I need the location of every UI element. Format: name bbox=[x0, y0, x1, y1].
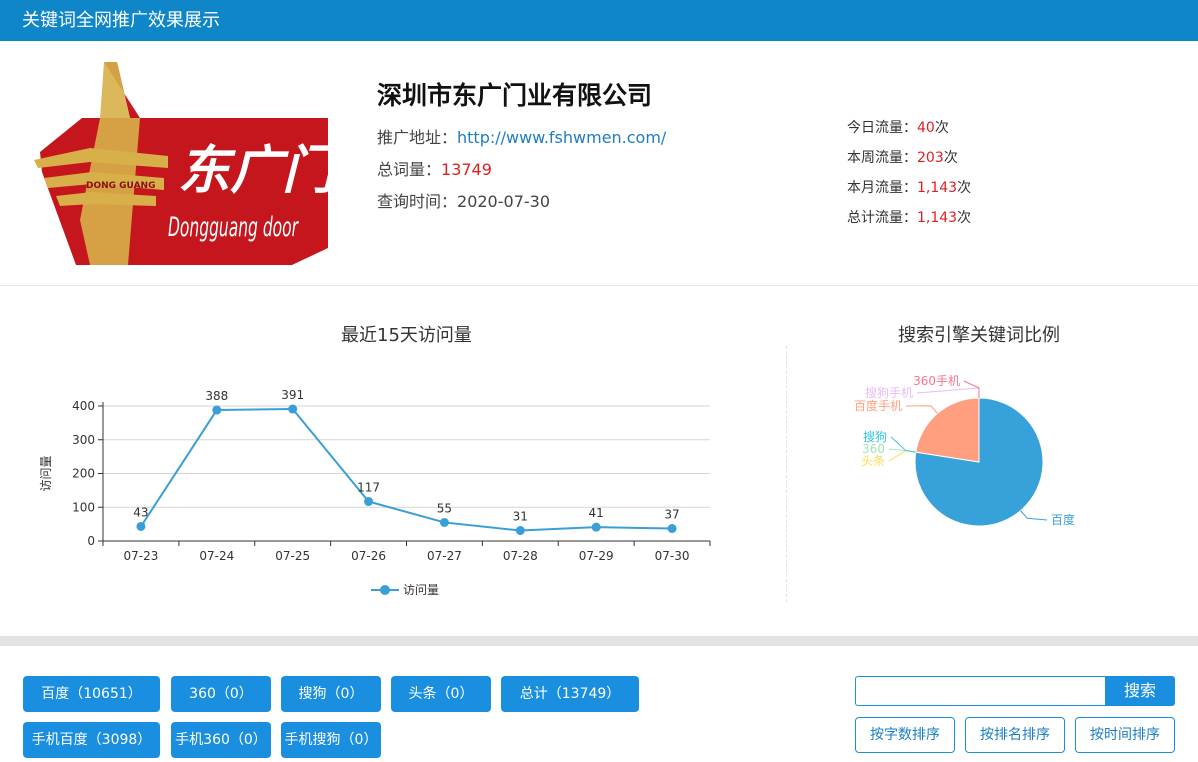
y-tick-label: 400 bbox=[72, 399, 95, 413]
company-logo: DONG GUANG 东广门业 Dongguang door bbox=[34, 62, 328, 265]
stat-value: 203 bbox=[917, 150, 944, 166]
chart-divider bbox=[786, 346, 787, 602]
engine-baidu-button[interactable]: 百度（10651） bbox=[23, 676, 160, 712]
promo-url-line: 推广地址：http://www.fshwmen.com/ bbox=[377, 124, 666, 148]
search-input[interactable] bbox=[855, 676, 1105, 706]
data-point bbox=[364, 497, 374, 507]
total-words-line: 总词量：13749 bbox=[377, 156, 492, 180]
data-label: 55 bbox=[437, 501, 452, 515]
pie-leader-line bbox=[1020, 510, 1048, 521]
legend-marker bbox=[380, 585, 390, 595]
logo-brand-text: 东广门业 bbox=[178, 141, 328, 201]
y-tick-label: 200 bbox=[72, 467, 95, 481]
pie-leader-line bbox=[905, 405, 938, 414]
engine-pie-chart: 百度 头条360搜狗 百度手机搜狗手机360手机 bbox=[854, 374, 1075, 527]
promo-url-label: 推广地址： bbox=[377, 128, 458, 147]
engine-total-button[interactable]: 总计（13749） bbox=[501, 676, 639, 712]
search-button[interactable]: 搜索 bbox=[1105, 676, 1175, 706]
engine-sogou-button[interactable]: 搜狗（0） bbox=[281, 676, 381, 712]
data-label: 31 bbox=[513, 510, 528, 524]
y-tick-label: 100 bbox=[72, 500, 95, 514]
data-point bbox=[439, 517, 449, 527]
query-time-label: 查询时间： bbox=[377, 192, 458, 211]
engine-360-button[interactable]: 360（0） bbox=[171, 676, 271, 712]
query-time-value: 2020-07-30 bbox=[457, 192, 550, 211]
x-tick-label: 07-27 bbox=[427, 549, 462, 563]
stat-label: 今日流量： bbox=[847, 120, 917, 136]
section-gap-bar bbox=[0, 636, 1198, 646]
pie-label: 360 bbox=[862, 442, 885, 456]
pie-label: 百度手机 bbox=[854, 398, 902, 413]
top-bar: 关键词全网推广效果展示 bbox=[0, 0, 1198, 41]
logo-en-text: Dongguang door bbox=[168, 212, 299, 243]
x-tick-label: 07-29 bbox=[579, 549, 614, 563]
section-divider bbox=[0, 285, 1198, 286]
data-point bbox=[591, 522, 601, 532]
engine-toutiao-button[interactable]: 头条（0） bbox=[391, 676, 491, 712]
stat-label: 本周流量： bbox=[847, 150, 917, 166]
data-label: 388 bbox=[205, 389, 228, 403]
pie-leader-line bbox=[916, 387, 980, 398]
engine-mobile-360-button[interactable]: 手机360（0） bbox=[171, 722, 271, 758]
stat-unit: 次 bbox=[957, 210, 972, 226]
pie-label: 搜狗手机 bbox=[865, 385, 913, 400]
stat-week: 本周流量：203次 bbox=[847, 147, 958, 167]
sort-by-rank-button[interactable]: 按排名排序 bbox=[965, 717, 1065, 753]
legend-label: 访问量 bbox=[403, 583, 439, 597]
data-label: 41 bbox=[589, 506, 604, 520]
page-title: 关键词全网推广效果展示 bbox=[22, 10, 220, 31]
x-tick-label: 07-23 bbox=[124, 549, 159, 563]
query-time-line: 查询时间：2020-07-30 bbox=[377, 188, 550, 212]
logo-badge-text: DONG GUANG bbox=[86, 181, 155, 191]
line-chart-title: 最近15天访问量 bbox=[341, 325, 472, 346]
stat-unit: 次 bbox=[943, 150, 958, 166]
stat-label: 本月流量： bbox=[847, 180, 917, 196]
y-tick-label: 0 bbox=[87, 534, 95, 548]
data-label: 117 bbox=[357, 481, 380, 495]
data-point bbox=[515, 526, 525, 536]
company-name: 深圳市东广门业有限公司 bbox=[377, 81, 653, 110]
data-point bbox=[212, 405, 222, 415]
sort-by-time-button[interactable]: 按时间排序 bbox=[1075, 717, 1175, 753]
pie-slice bbox=[915, 397, 980, 463]
stat-today: 今日流量：40次 bbox=[847, 117, 949, 137]
stat-label: 总计流量： bbox=[847, 210, 917, 226]
stat-total: 总计流量：1,143次 bbox=[847, 207, 971, 227]
stat-unit: 次 bbox=[957, 180, 972, 196]
engine-mobile-baidu-button[interactable]: 手机百度（3098） bbox=[23, 722, 160, 758]
engine-mobile-sogou-button[interactable]: 手机搜狗（0） bbox=[281, 722, 381, 758]
stat-value: 1,143 bbox=[917, 210, 958, 226]
x-tick-label: 07-25 bbox=[275, 549, 310, 563]
x-tick-label: 07-26 bbox=[351, 549, 386, 563]
x-tick-label: 07-24 bbox=[199, 549, 234, 563]
stat-unit: 次 bbox=[934, 120, 949, 136]
sort-by-length-button[interactable]: 按字数排序 bbox=[855, 717, 955, 753]
x-tick-label: 07-30 bbox=[655, 549, 690, 563]
data-label: 37 bbox=[664, 508, 679, 522]
y-tick-label: 300 bbox=[72, 433, 95, 447]
pie-label: 头条 bbox=[861, 454, 885, 468]
total-words-value: 13749 bbox=[441, 160, 492, 179]
stat-value: 40 bbox=[917, 120, 935, 136]
promo-url-link[interactable]: http://www.fshwmen.com/ bbox=[457, 128, 666, 147]
data-point bbox=[288, 404, 298, 414]
data-point bbox=[136, 521, 146, 531]
x-tick-label: 07-28 bbox=[503, 549, 538, 563]
data-label: 43 bbox=[133, 505, 148, 519]
pie-label: 360手机 bbox=[913, 374, 960, 388]
data-label: 391 bbox=[281, 388, 304, 402]
y-axis-label: 访问量 bbox=[39, 455, 53, 491]
data-point bbox=[667, 524, 677, 534]
pie-label: 百度 bbox=[1051, 512, 1075, 527]
stat-month: 本月流量：1,143次 bbox=[847, 177, 971, 197]
visits-line-chart: 0 100 200 300 400 07-23 07-24 07-25 07-26 07-27 07… bbox=[39, 388, 711, 597]
total-words-label: 总词量： bbox=[377, 160, 442, 179]
pie-leader-line bbox=[888, 450, 916, 462]
stat-value: 1,143 bbox=[917, 180, 958, 196]
pie-chart-title: 搜索引擎关键词比例 bbox=[898, 325, 1060, 346]
pie-label: 搜狗 bbox=[863, 429, 887, 444]
